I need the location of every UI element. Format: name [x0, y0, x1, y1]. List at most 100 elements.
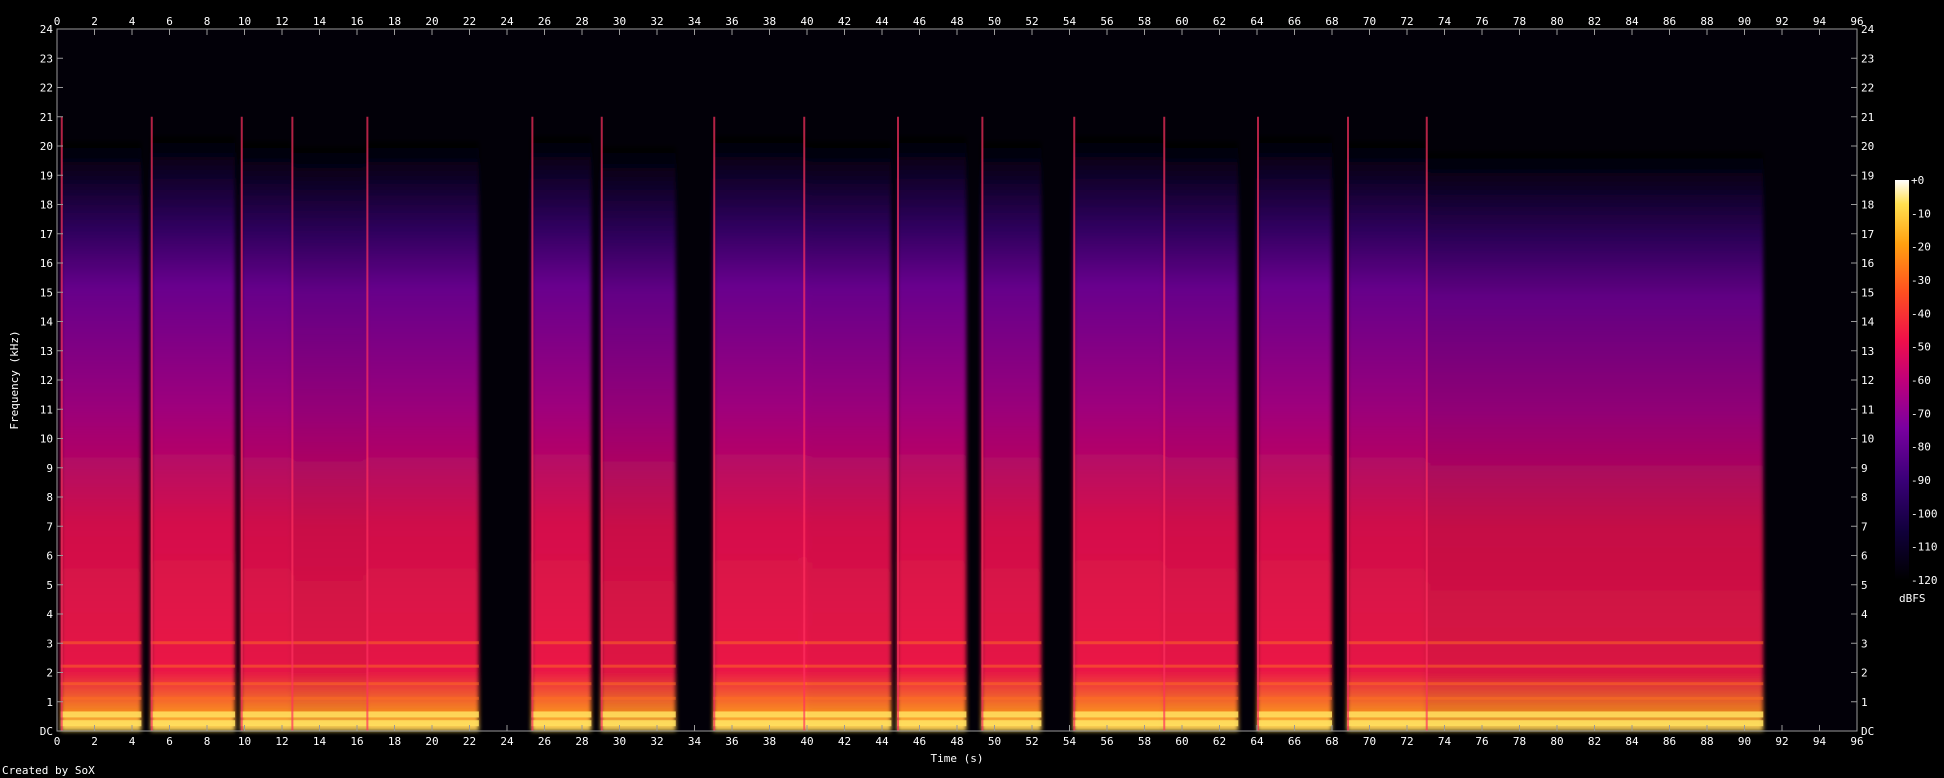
x-tick-top-label: 0: [54, 15, 61, 28]
x-tick-bottom-label: 60: [1175, 735, 1188, 748]
harmonic-band: [1163, 696, 1239, 700]
colorbar-tick-label: -80: [1911, 441, 1931, 454]
x-tick-bottom-label: 30: [613, 735, 626, 748]
x-tick-bottom-label: 72: [1400, 735, 1413, 748]
y-tick-right-label: 9: [1861, 462, 1868, 475]
x-tick-bottom-label: 52: [1025, 735, 1038, 748]
harmonic-band: [897, 711, 967, 718]
harmonic-band: [531, 664, 592, 668]
y-tick-left-label: 15: [40, 286, 53, 299]
y-tick-left-label: 18: [40, 199, 53, 212]
y-tick-right-label: 13: [1861, 345, 1874, 358]
harmonic-band: [713, 664, 807, 668]
y-tick-left-label: 22: [40, 82, 53, 95]
x-tick-bottom-label: 16: [350, 735, 363, 748]
harmonic-band: [240, 641, 292, 645]
x-tick-top-label: 38: [763, 15, 776, 28]
harmonic-band: [713, 711, 807, 718]
x-tick-bottom-label: 70: [1363, 735, 1376, 748]
harmonic-band: [1425, 696, 1764, 700]
onset-streak: [366, 116, 369, 731]
harmonic-band: [60, 641, 142, 645]
x-tick-bottom-label: 54: [1063, 735, 1077, 748]
onset-streak: [531, 116, 534, 731]
harmonic-band: [897, 720, 967, 727]
x-tick-bottom-label: 42: [838, 735, 851, 748]
x-tick-top-label: 72: [1400, 15, 1413, 28]
x-tick-top-label: 92: [1775, 15, 1788, 28]
y-tick-left-label: 9: [46, 462, 53, 475]
harmonic-band: [1257, 664, 1332, 668]
harmonic-band: [531, 696, 592, 700]
y-tick-right-label: 10: [1861, 433, 1874, 446]
harmonic-band: [600, 711, 676, 718]
harmonic-band: [291, 711, 367, 718]
y-tick-left-label: 21: [40, 111, 53, 124]
x-tick-bottom-label: 90: [1738, 735, 1751, 748]
harmonic-band: [150, 720, 236, 727]
colorbar-label: dBFS: [1899, 592, 1926, 605]
x-tick-top-label: 52: [1025, 15, 1038, 28]
y-tick-left-label: 1: [46, 696, 53, 709]
colorbar: [1895, 180, 1909, 580]
colorbar-tick-label: +0: [1911, 174, 1924, 187]
y-tick-left-label: 16: [40, 257, 53, 270]
harmonic-band: [803, 641, 892, 645]
x-tick-bottom-label: 94: [1813, 735, 1827, 748]
x-tick-top-label: 26: [538, 15, 551, 28]
harmonic-band: [600, 641, 676, 645]
harmonic-band: [1425, 682, 1764, 686]
y-tick-right-label: 20: [1861, 140, 1874, 153]
x-tick-top-label: 54: [1063, 15, 1077, 28]
harmonic-band: [1073, 696, 1164, 700]
y-tick-left-label: 23: [40, 52, 53, 65]
y-tick-left-label: 13: [40, 345, 53, 358]
onset-streak: [60, 116, 63, 731]
x-tick-top-label: 74: [1438, 15, 1452, 28]
onset-streak: [1425, 116, 1428, 731]
harmonic-band: [291, 696, 367, 700]
harmonic-band: [897, 664, 967, 668]
x-tick-top-label: 78: [1513, 15, 1526, 28]
x-tick-top-label: 46: [913, 15, 926, 28]
harmonic-band: [803, 682, 892, 686]
x-tick-top-label: 32: [650, 15, 663, 28]
x-tick-bottom-label: 22: [463, 735, 476, 748]
y-tick-right-label: DC: [1861, 725, 1874, 738]
onset-streak: [897, 116, 899, 731]
onset-streak: [981, 116, 984, 731]
colorbar-tick-label: -110: [1911, 541, 1938, 554]
y-tick-left-label: 24: [40, 23, 54, 36]
y-tick-right-label: 6: [1861, 550, 1868, 563]
x-tick-top-label: 28: [575, 15, 588, 28]
onset-streak: [1257, 116, 1259, 731]
y-tick-left-label: DC: [40, 725, 53, 738]
harmonic-band: [1163, 682, 1239, 686]
harmonic-band: [713, 682, 807, 686]
harmonic-band: [1425, 711, 1764, 718]
harmonic-band: [60, 711, 142, 718]
colorbar-tick-label: -70: [1911, 407, 1931, 420]
x-tick-top-label: 90: [1738, 15, 1751, 28]
harmonic-band: [1347, 720, 1426, 727]
colorbar-tick-label: -10: [1911, 207, 1931, 220]
x-tick-bottom-label: 20: [425, 735, 438, 748]
harmonic-band: [1257, 711, 1332, 718]
y-tick-right-label: 3: [1861, 637, 1868, 650]
onset-streak: [291, 116, 294, 731]
onset-streak: [150, 116, 153, 731]
harmonic-band: [600, 696, 676, 700]
x-tick-top-label: 68: [1325, 15, 1338, 28]
x-tick-bottom-label: 10: [238, 735, 251, 748]
harmonic-band: [1425, 664, 1764, 668]
harmonic-band: [897, 641, 967, 645]
harmonic-band: [240, 711, 292, 718]
onset-streak: [713, 116, 716, 731]
harmonic-band: [1347, 641, 1426, 645]
harmonic-band: [366, 664, 479, 668]
x-tick-bottom-label: 26: [538, 735, 551, 748]
harmonic-band: [291, 641, 367, 645]
x-tick-top-label: 84: [1625, 15, 1639, 28]
harmonic-band: [531, 711, 592, 718]
y-tick-right-label: 15: [1861, 286, 1874, 299]
